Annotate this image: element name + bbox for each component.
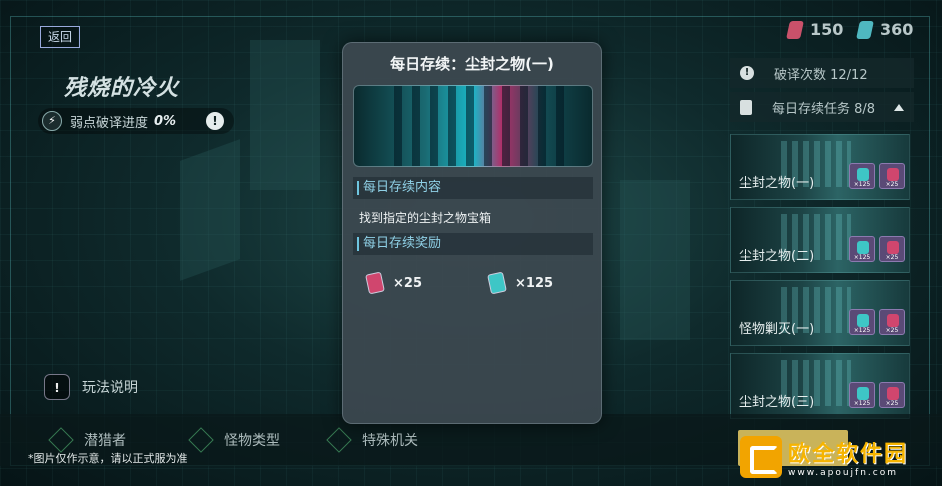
cyan-gem-icon bbox=[857, 387, 869, 400]
weakness-progress: ⚡ 弱点破译进度 0% ! bbox=[38, 108, 234, 134]
red-gem-icon bbox=[887, 241, 899, 254]
task-preview-image bbox=[353, 85, 593, 167]
reward-amount: ×25 bbox=[393, 275, 422, 291]
tab-label: 怪物类型 bbox=[224, 433, 280, 449]
watermark-logo-icon bbox=[740, 436, 782, 478]
diamond-icon bbox=[326, 427, 352, 453]
cyan-gem-icon bbox=[856, 20, 874, 39]
help-label: 玩法说明 bbox=[82, 380, 138, 396]
reward-item: ×25 bbox=[365, 271, 422, 295]
tab-label: 潜猎者 bbox=[84, 433, 126, 449]
content-section-header: 每日存续内容 bbox=[353, 177, 593, 199]
reward-chip-count: ×125 bbox=[853, 400, 871, 407]
content-text: 找到指定的尘封之物宝箱 bbox=[359, 211, 492, 225]
weakness-progress-value: 0% bbox=[154, 113, 177, 129]
task-label: 尘封之物(一) bbox=[739, 176, 815, 191]
chevron-up-icon[interactable] bbox=[894, 103, 904, 111]
reward-chip-count: ×125 bbox=[853, 327, 871, 334]
task-card[interactable]: 怪物剿灭(一) ×125 ×25 bbox=[730, 280, 910, 346]
currency-cyan-value: 360 bbox=[880, 20, 914, 39]
cyan-gem-icon bbox=[857, 168, 869, 181]
task-card[interactable]: 尘封之物(一) ×125 ×25 bbox=[730, 134, 910, 200]
reward-chip: ×25 bbox=[879, 309, 905, 335]
decode-count: ! 破译次数 12/12 bbox=[730, 58, 914, 88]
task-detail-modal: 每日存续：尘封之物(一) 每日存续内容 找到指定的尘封之物宝箱 每日存续奖励 ×… bbox=[342, 42, 602, 424]
lightning-icon: ⚡ bbox=[42, 111, 62, 131]
help-button[interactable]: ! 玩法说明 bbox=[44, 374, 138, 400]
daily-tasks-header[interactable]: 每日存续任务 8/8 bbox=[730, 92, 914, 122]
red-gem-icon bbox=[887, 387, 899, 400]
tab-label: 特殊机关 bbox=[362, 433, 418, 449]
task-label: 怪物剿灭(一) bbox=[739, 322, 815, 337]
reward-chip: ×25 bbox=[879, 163, 905, 189]
cyan-gem-icon bbox=[857, 241, 869, 254]
task-label: 尘封之物(二) bbox=[739, 249, 815, 264]
reward-chip: ×25 bbox=[879, 236, 905, 262]
red-gem-icon bbox=[887, 168, 899, 181]
tab-hunters[interactable]: 潜猎者 bbox=[48, 427, 126, 453]
currency-red: 150 bbox=[786, 20, 844, 39]
diamond-icon bbox=[188, 427, 214, 453]
tab-monster-types[interactable]: 怪物类型 bbox=[188, 427, 280, 453]
reward-chip: ×125 bbox=[849, 309, 875, 335]
reward-chip: ×125 bbox=[849, 163, 875, 189]
reward-chip-count: ×25 bbox=[885, 400, 899, 407]
modal-title: 每日存续：尘封之物(一) bbox=[390, 55, 554, 73]
rewards-section-header: 每日存续奖励 bbox=[353, 233, 593, 255]
reward-amount: ×125 bbox=[515, 275, 554, 291]
red-gem-icon bbox=[887, 314, 899, 327]
watermark-url: www.apoujfn.com bbox=[788, 468, 899, 478]
task-label: 尘封之物(三) bbox=[739, 395, 815, 410]
info-icon[interactable]: ! bbox=[206, 112, 224, 130]
watermark-text: 欧全软件园 bbox=[788, 442, 909, 467]
diamond-icon bbox=[48, 427, 74, 453]
reward-chip-count: ×125 bbox=[853, 254, 871, 261]
info-icon: ! bbox=[740, 66, 754, 80]
reward-chip: ×125 bbox=[849, 382, 875, 408]
cyan-gem-icon bbox=[487, 271, 507, 295]
reward-chip-count: ×25 bbox=[885, 254, 899, 261]
reward-chip: ×25 bbox=[879, 382, 905, 408]
reward-chip: ×125 bbox=[849, 236, 875, 262]
stage-title: 残烧的冷火 bbox=[64, 76, 180, 101]
reward-chip-count: ×25 bbox=[885, 327, 899, 334]
currency-red-value: 150 bbox=[810, 20, 844, 39]
skyline-image bbox=[394, 86, 564, 166]
task-card[interactable]: 尘封之物(二) ×125 ×25 bbox=[730, 207, 910, 273]
daily-tasks-label: 每日存续任务 8/8 bbox=[772, 101, 876, 117]
reward-chip-count: ×125 bbox=[853, 181, 871, 188]
reward-chip-count: ×25 bbox=[885, 181, 899, 188]
back-button[interactable]: 返回 bbox=[40, 26, 80, 48]
weakness-progress-label: 弱点破译进度 bbox=[70, 115, 149, 131]
document-icon bbox=[740, 99, 752, 115]
currency-cyan: 360 bbox=[856, 20, 914, 39]
tab-special-mechanisms[interactable]: 特殊机关 bbox=[326, 427, 418, 453]
reward-item: ×125 bbox=[487, 271, 554, 295]
cyan-gem-icon bbox=[857, 314, 869, 327]
decode-count-label: 破译次数 12/12 bbox=[774, 67, 868, 83]
info-icon: ! bbox=[44, 374, 70, 400]
red-gem-icon bbox=[786, 20, 804, 39]
red-gem-icon bbox=[365, 271, 385, 295]
watermark: 欧全软件园 www.apoujfn.com bbox=[740, 436, 908, 478]
disclaimer: *图片仅作示意，请以正式服为准 bbox=[28, 452, 188, 465]
task-card[interactable]: 尘封之物(三) ×125 ×25 bbox=[730, 353, 910, 419]
